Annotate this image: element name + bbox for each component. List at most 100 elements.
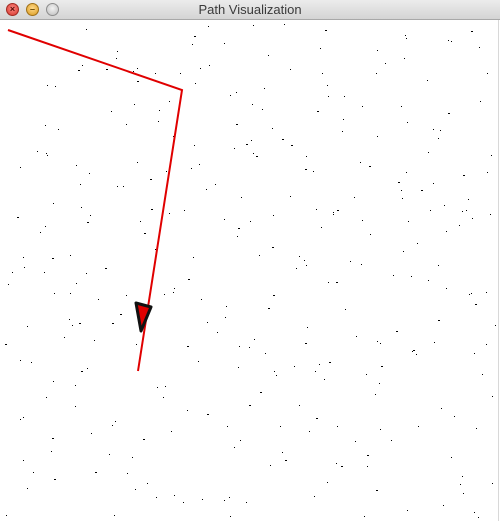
obstacle-dot — [133, 71, 134, 72]
obstacle-dot — [151, 209, 153, 210]
obstacle-dot — [333, 214, 334, 215]
visualization-canvas[interactable] — [0, 20, 500, 521]
obstacle-dot — [322, 73, 323, 74]
obstacle-dot — [79, 323, 81, 324]
obstacle-dot — [53, 381, 54, 382]
obstacle-dot — [441, 408, 442, 409]
obstacle-dot — [226, 306, 227, 307]
obstacle-dot — [120, 314, 122, 315]
obstacle-dot — [194, 145, 195, 146]
obstacle-dot — [199, 164, 200, 165]
obstacle-dot — [479, 47, 480, 48]
obstacle-dot — [438, 138, 439, 139]
obstacle-dot — [98, 299, 99, 300]
obstacle-dot — [187, 410, 188, 411]
obstacle-dot — [27, 326, 28, 327]
obstacle-dot — [12, 272, 13, 273]
obstacle-dot — [155, 73, 156, 74]
obstacle-dot — [294, 366, 295, 367]
obstacle-dot — [106, 69, 108, 70]
obstacle-dot — [140, 221, 141, 222]
obstacle-dot — [188, 279, 190, 280]
obstacle-dot — [259, 255, 260, 256]
obstacle-dot — [187, 346, 189, 347]
obstacle-dot — [262, 109, 263, 110]
obstacle-dot — [412, 351, 413, 352]
obstacle-dot — [169, 213, 170, 214]
obstacle-dot — [81, 371, 83, 372]
obstacle-dot — [163, 397, 164, 398]
obstacle-dot — [345, 309, 346, 310]
obstacle-dot — [462, 476, 463, 477]
obstacle-dot — [304, 260, 305, 261]
obstacle-dot — [396, 331, 398, 332]
obstacle-dot — [20, 167, 21, 168]
obstacle-dot — [78, 70, 80, 71]
obstacle-dot — [285, 460, 287, 461]
obstacle-dot — [433, 129, 434, 130]
obstacle-dot — [364, 516, 365, 517]
obstacle-dot — [200, 68, 201, 69]
obstacle-dot — [72, 325, 73, 326]
obstacle-dot — [192, 44, 193, 45]
obstacle-dot — [116, 58, 117, 59]
obstacle-dot — [236, 92, 237, 93]
obstacle-dot — [487, 172, 488, 173]
obstacle-dot — [451, 41, 452, 42]
obstacle-dot — [495, 325, 496, 326]
obstacle-dot — [360, 162, 361, 163]
obstacle-dot — [328, 96, 329, 97]
obstacle-dot — [337, 426, 338, 427]
obstacle-dot — [194, 36, 196, 37]
obstacle-dot — [428, 280, 429, 281]
obstacle-dot — [252, 104, 253, 105]
obstacle-dots — [5, 24, 496, 518]
obstacle-dot — [280, 426, 281, 427]
obstacle-dot — [366, 374, 367, 375]
obstacle-dot — [272, 247, 274, 248]
obstacle-dot — [135, 489, 136, 490]
obstacle-dot — [54, 479, 56, 480]
path-line — [7, 29, 184, 372]
obstacle-dot — [45, 125, 46, 126]
obstacle-dot — [362, 220, 363, 221]
obstacle-dot — [362, 106, 363, 107]
obstacle-dot — [251, 140, 252, 141]
obstacle-dot — [380, 429, 381, 430]
obstacle-dot — [411, 276, 412, 277]
obstacle-dot — [492, 396, 493, 397]
obstacle-dot — [320, 48, 321, 49]
obstacle-dot — [475, 304, 477, 305]
obstacle-dot — [193, 257, 194, 258]
obstacle-dot — [95, 472, 97, 473]
obstacle-dot — [463, 493, 464, 494]
obstacle-dot — [444, 205, 445, 206]
obstacle-dot — [46, 397, 47, 398]
obstacle-dot — [440, 130, 441, 131]
obstacle-dot — [478, 517, 479, 518]
obstacle-dot — [333, 212, 334, 213]
obstacle-dot — [76, 283, 77, 284]
obstacle-dot — [282, 452, 283, 453]
obstacle-dot — [268, 55, 269, 56]
obstacle-dot — [273, 215, 274, 216]
obstacle-dot — [173, 292, 174, 293]
obstacle-dot — [416, 354, 417, 355]
path-visualization-window: × – Path Visualization — [0, 0, 500, 521]
obstacle-dot — [234, 148, 235, 149]
title-bar[interactable]: × – Path Visualization — [0, 0, 500, 20]
obstacle-dot — [250, 221, 251, 222]
obstacle-dot — [109, 454, 110, 455]
obstacle-dot — [408, 221, 409, 222]
obstacle-dot — [466, 210, 467, 211]
obstacle-dot — [234, 447, 235, 448]
obstacle-dot — [58, 129, 59, 130]
obstacle-dot — [405, 35, 406, 36]
obstacle-dot — [31, 362, 32, 363]
obstacle-dot — [317, 111, 319, 112]
obstacle-dot — [433, 183, 434, 184]
obstacle-dot — [305, 343, 307, 344]
obstacle-dot — [290, 196, 291, 197]
obstacle-dot — [75, 385, 76, 386]
obstacle-dot — [377, 341, 378, 342]
